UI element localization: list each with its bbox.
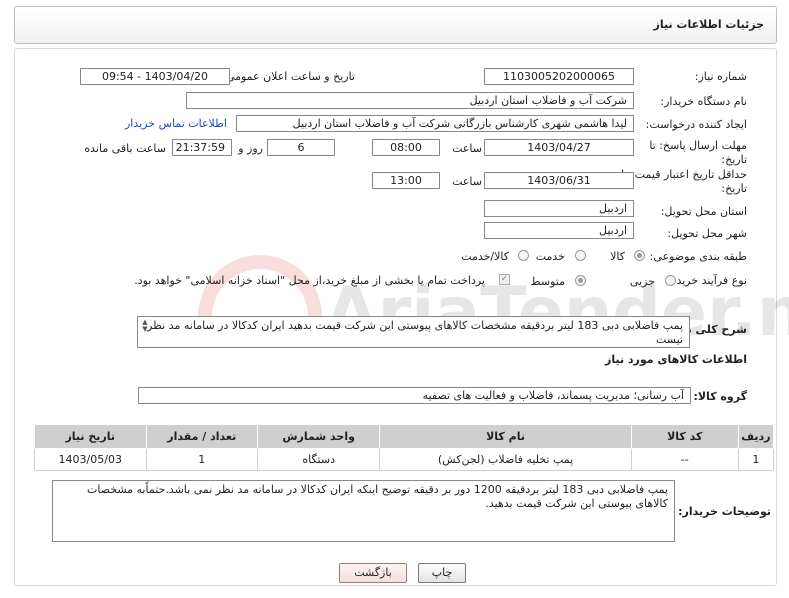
- purchase-radio-medium[interactable]: [575, 275, 586, 286]
- announce-datetime-label: تاریخ و ساعت اعلان عمومی:: [222, 70, 355, 83]
- purchase-option-medium: متوسط: [530, 275, 565, 288]
- remaining-time-field: 21:37:59: [172, 139, 232, 156]
- buyer-contact-link[interactable]: اطلاعات تماس خریدار: [125, 117, 227, 130]
- general-desc-text: پمپ فاضلابی دبی 183 لیتر بردقیقه مشخصات …: [147, 319, 683, 346]
- buyer-notes-label: توضیحات خریدار:: [678, 505, 771, 518]
- buyer-org-label: نام دستگاه خریدار:: [660, 95, 747, 108]
- page-title: جزئیات اطلاعات نیاز: [653, 18, 765, 31]
- city-label: شهر محل تحویل:: [667, 227, 747, 240]
- category-option-goods: کالا: [610, 250, 625, 263]
- cell-qty: 1: [145, 448, 258, 471]
- category-label: طبقه بندی موضوعی:: [649, 250, 747, 263]
- category-option-goods-service: کالا/خدمت: [461, 250, 509, 263]
- col-unit: واحد شمارش: [256, 424, 381, 449]
- col-qty: تعداد / مقدار: [145, 424, 258, 449]
- buyer-notes-text: پمپ فاضلابی دبی 183 لیتر بردقیقه 1200 دو…: [86, 483, 668, 510]
- cell-unit: دستگاه: [256, 448, 381, 471]
- reply-deadline-date-label: تاریخ:: [721, 153, 747, 166]
- category-option-service: خدمت: [535, 250, 565, 263]
- city-field: اردبیل: [484, 222, 634, 239]
- goods-group-field: آب رسانی؛ مدیریت پسماند، فاضلاب و فعالیت…: [138, 387, 691, 404]
- buyer-org-field: شرکت آب و فاضلاب استان اردبیل: [186, 92, 634, 109]
- goods-info-title: اطلاعات کالاهای مورد نیاز: [605, 353, 747, 366]
- col-code: کد کالا: [630, 424, 739, 449]
- buyer-notes-textarea[interactable]: پمپ فاضلابی دبی 183 لیتر بردقیقه 1200 دو…: [52, 480, 675, 542]
- back-button[interactable]: بازگشت: [339, 563, 407, 583]
- table-header-row: ردیف کد کالا نام کالا واحد شمارش تعداد /…: [34, 424, 775, 449]
- remaining-label: ساعت باقی مانده: [84, 142, 166, 155]
- payment-checkbox[interactable]: ✓: [499, 274, 510, 285]
- need-number-field: 1103005202000065: [484, 68, 634, 85]
- category-radio-service[interactable]: [575, 250, 586, 261]
- requester-label: ایجاد کننده درخواست:: [645, 118, 747, 131]
- announce-datetime-field: 1403/04/20 - 09:54: [80, 68, 230, 85]
- validity-date-field: 1403/06/31: [484, 172, 634, 189]
- goods-table: ردیف کد کالا نام کالا واحد شمارش تعداد /…: [34, 424, 775, 471]
- cell-code: --: [630, 448, 739, 471]
- province-field: اردبیل: [484, 200, 634, 217]
- validity-time-field: 13:00: [372, 172, 440, 189]
- need-number-label: شماره نیاز:: [694, 70, 747, 83]
- category-radio-goods-service[interactable]: [518, 250, 529, 261]
- header-panel: جزئیات اطلاعات نیاز: [14, 6, 777, 44]
- reply-date-field: 1403/04/27: [484, 139, 634, 156]
- col-date: تاریخ نیاز: [34, 424, 147, 449]
- price-validity-label: حداقل تاریخ اعتبار قیمت: تا: [621, 168, 747, 181]
- remaining-days-field: 6: [267, 139, 335, 156]
- print-button[interactable]: چاپ: [418, 563, 466, 583]
- reply-time-label: ساعت: [452, 142, 482, 155]
- payment-note: پرداخت تمام یا بخشی از مبلغ خرید،از محل …: [134, 274, 485, 287]
- col-name: نام کالا: [379, 424, 632, 449]
- purchase-radio-minor[interactable]: [665, 275, 676, 286]
- price-validity-date-label: تاریخ:: [721, 182, 747, 195]
- general-desc-textarea[interactable]: پمپ فاضلابی دبی 183 لیتر بردقیقه مشخصات …: [137, 316, 690, 348]
- province-label: استان محل تحویل:: [660, 205, 747, 218]
- purchase-type-label: نوع فرآیند خرید :: [669, 274, 747, 287]
- requester-field: لیدا هاشمی شهری کارشناس بازرگانی شرکت آب…: [236, 115, 634, 132]
- scroll-arrows-icon[interactable]: ▲ ▼: [140, 319, 150, 333]
- reply-time-field: 08:00: [372, 139, 440, 156]
- days-label: روز و: [238, 142, 263, 155]
- goods-group-label: گروه کالا:: [693, 390, 747, 403]
- cell-row: 1: [737, 448, 775, 471]
- purchase-option-minor: جزیی: [629, 275, 655, 288]
- cell-name: پمپ تخلیه فاضلاب (لجن‌کش): [379, 448, 632, 471]
- col-row: ردیف: [737, 424, 775, 449]
- validity-time-label: ساعت: [452, 175, 482, 188]
- category-radio-goods[interactable]: [634, 250, 645, 261]
- table-row: 1 -- پمپ تخلیه فاضلاب (لجن‌کش) دستگاه 1 …: [34, 448, 775, 471]
- cell-date: 1403/05/03: [34, 448, 147, 471]
- reply-deadline-label: مهلت ارسال پاسخ: تا: [649, 139, 747, 152]
